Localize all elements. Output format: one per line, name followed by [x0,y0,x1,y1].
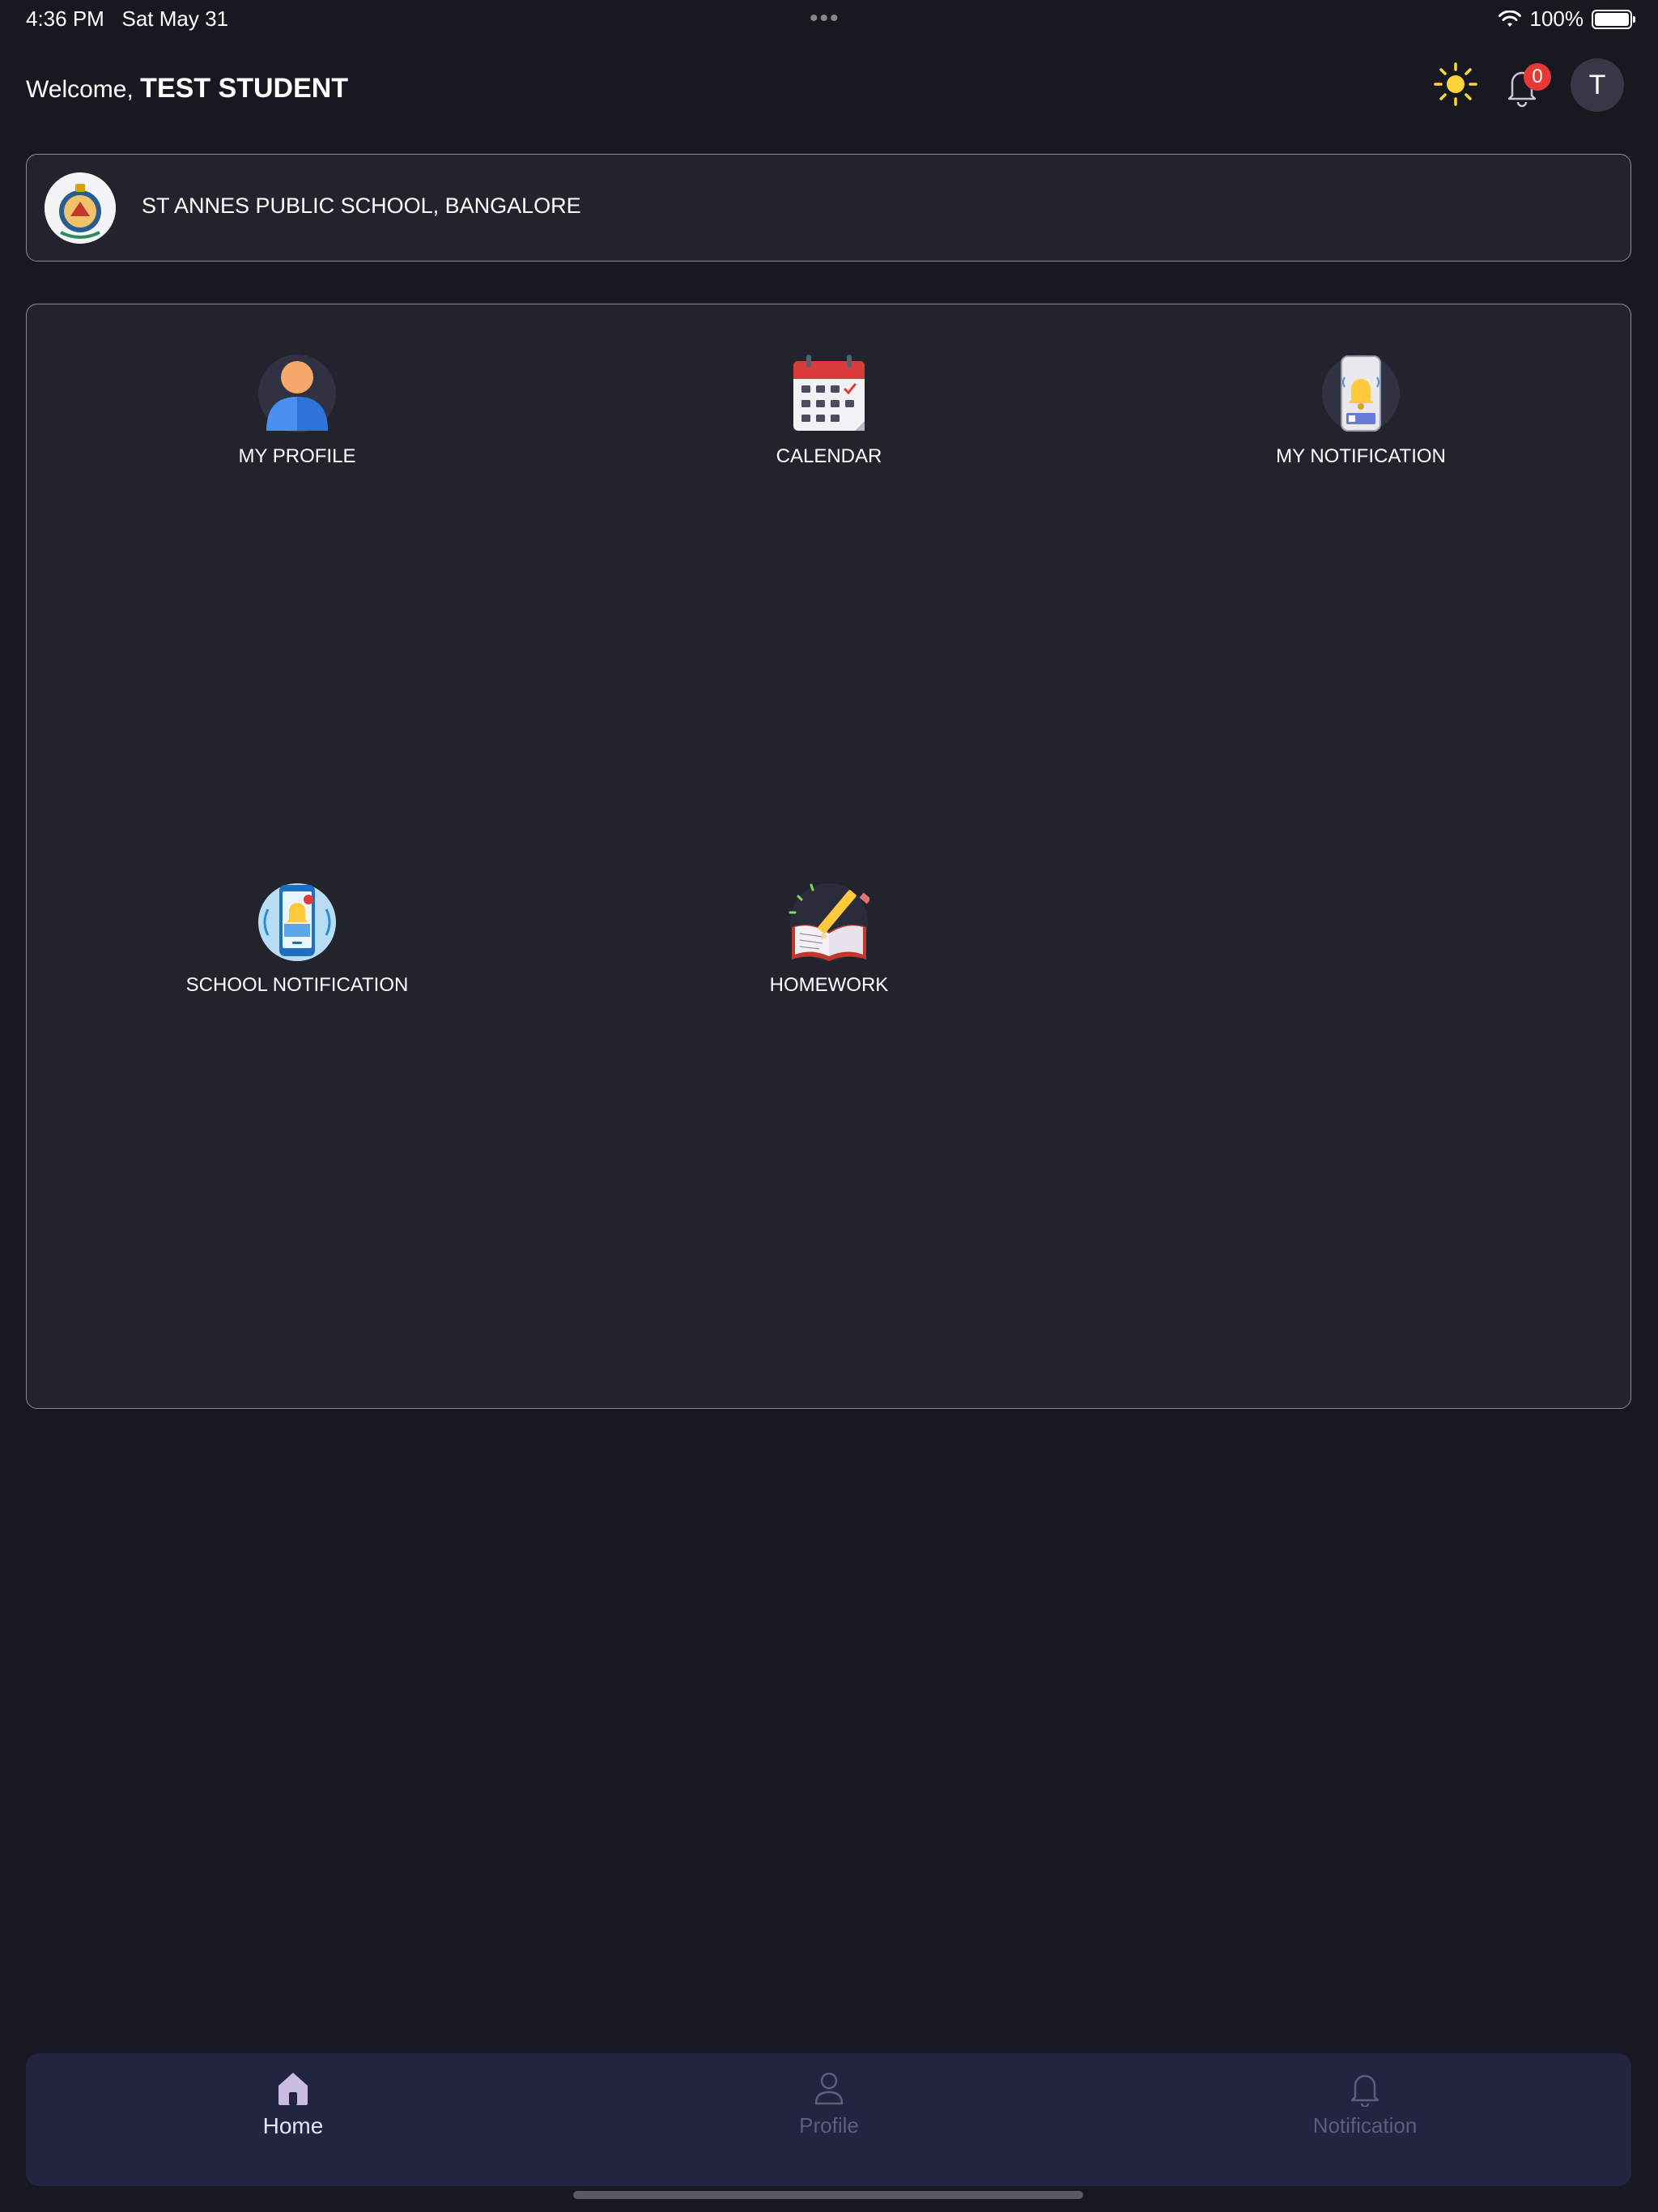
battery-icon [1592,9,1635,29]
status-bar: 4:36 PM Sat May 31 ••• 100% [0,0,1658,39]
tab-notification[interactable]: Notification [1244,2069,1486,2138]
menu-item-calendar[interactable]: CALENDAR [667,353,991,468]
menu-item-my-notification[interactable]: MY NOTIFICATION [1199,353,1523,468]
person-icon [814,2072,844,2105]
home-indicator[interactable] [573,2191,1083,2199]
theme-toggle-button[interactable] [1431,60,1480,108]
school-name: ST ANNES PUBLIC SCHOOL, BANGALORE [142,194,581,218]
calendar-icon [793,355,865,431]
bell-icon [1350,2074,1380,2107]
battery-percent: 100% [1529,6,1584,31]
menu-label: MY NOTIFICATION [1276,445,1446,467]
notification-count-badge: 0 [1524,63,1551,91]
multitasking-dots-icon[interactable]: ••• [810,5,840,32]
wifi-icon [1498,10,1521,27]
notifications-button[interactable]: 0 [1498,60,1551,112]
menu-grid: MY PROFILE CALENDAR MY NOTIFICATION SCHO… [26,304,1631,1409]
sun-icon [1434,62,1477,106]
welcome-text: Welcome, TEST STUDENT [26,73,348,104]
school-notification-icon [258,883,336,961]
home-icon [278,2073,308,2105]
menu-item-school-notification[interactable]: SCHOOL NOTIFICATION [135,882,459,997]
tab-label: Home [262,2113,324,2138]
user-name: TEST STUDENT [140,73,349,104]
status-time: 4:36 PM Sat May 31 [26,6,229,31]
menu-label: SCHOOL NOTIFICATION [185,974,409,996]
tab-label: Notification [1312,2113,1418,2138]
menu-item-my-profile[interactable]: MY PROFILE [135,353,459,468]
bottom-tab-bar: Home Profile Notification [26,2053,1631,2186]
phone-bell-icon [1322,355,1400,432]
menu-item-homework[interactable]: HOMEWORK [667,882,991,997]
menu-label: HOMEWORK [769,974,889,996]
welcome-prefix: Welcome, [26,76,134,103]
status-right: 100% [1498,6,1635,32]
school-logo [45,172,116,244]
tab-profile[interactable]: Profile [708,2069,950,2138]
tab-home[interactable]: Home [172,2069,414,2139]
menu-label: MY PROFILE [238,445,356,467]
school-card[interactable]: ST ANNES PUBLIC SCHOOL, BANGALORE [26,154,1631,262]
profile-icon [258,355,336,432]
menu-label: CALENDAR [776,445,882,467]
tab-label: Profile [799,2113,859,2138]
avatar[interactable]: T [1571,58,1624,112]
homework-icon [789,883,869,961]
